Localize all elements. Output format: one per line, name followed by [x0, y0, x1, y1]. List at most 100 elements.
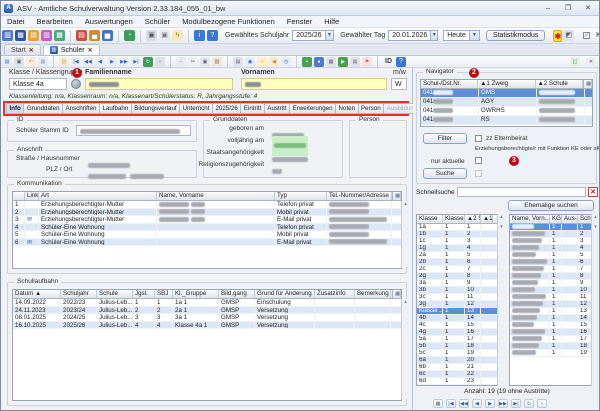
- table-row[interactable]: 1b12: [417, 231, 504, 238]
- table-row[interactable]: 13: [510, 238, 598, 245]
- table-row[interactable]: 6d123: [417, 378, 504, 385]
- table-row[interactable]: 112: [510, 301, 598, 308]
- warnung-button[interactable]: ✱: [553, 30, 562, 42]
- tag-input[interactable]: 20.01.2026▼: [388, 30, 438, 41]
- table-row[interactable]: 041AGY: [421, 98, 592, 107]
- table-row[interactable]: 16: [510, 259, 598, 266]
- vor-icon[interactable]: ▶: [107, 57, 117, 67]
- schuelerliste-icon[interactable]: ▤: [350, 57, 360, 67]
- table-row[interactable]: 1a11: [417, 224, 504, 231]
- tab-close-icon[interactable]: ✕: [29, 47, 34, 54]
- ordner-icon[interactable]: ▣: [146, 30, 157, 41]
- column-config-icon[interactable]: ▦: [392, 290, 401, 298]
- table-row[interactable]: 113: [510, 308, 598, 315]
- table-row[interactable]: 16.10.20252025/26Julius-Leb...44Klasse 4…: [13, 322, 401, 330]
- neuer-datensatz-icon[interactable]: ▤: [2, 57, 12, 67]
- klasse-input[interactable]: Klasse 4a: [9, 78, 67, 90]
- table-row[interactable]: 17: [510, 266, 598, 273]
- doc-tab-schüler[interactable]: ▥Schüler✕: [43, 44, 100, 55]
- table-row[interactable]: 4b114: [417, 315, 504, 322]
- schueler-versetzen-icon[interactable]: ▶: [338, 57, 348, 67]
- table-row[interactable]: 11: [510, 224, 598, 231]
- detail-tab-anschriften[interactable]: Anschriften: [62, 103, 99, 114]
- elternbeirat-checkbox[interactable]: [475, 135, 482, 142]
- table-row[interactable]: 117: [510, 336, 598, 343]
- table-row[interactable]: 041GMS: [421, 89, 592, 98]
- schueler-markieren-icon[interactable]: ⚑: [362, 57, 372, 67]
- zurueck-icon[interactable]: ◀: [472, 399, 482, 408]
- table-row[interactable]: 115: [510, 322, 598, 329]
- table-row[interactable]: 110: [510, 287, 598, 294]
- table-row[interactable]: 14: [510, 245, 598, 252]
- table-row[interactable]: 4g116: [417, 329, 504, 336]
- klasse-auswahl-button[interactable]: [71, 79, 81, 89]
- schueler-icon[interactable]: ●: [314, 57, 324, 67]
- detail-tab-unterricht[interactable]: Unterricht: [179, 103, 212, 114]
- table-row[interactable]: 2g18: [417, 273, 504, 280]
- column-header[interactable]: Art: [39, 192, 157, 200]
- column-header[interactable]: Schü...: [578, 215, 592, 223]
- column-header[interactable]: Klasse: [417, 215, 443, 223]
- hilfe-icon[interactable]: ?: [396, 57, 406, 67]
- column-header[interactable]: Bemerkung: [355, 290, 391, 298]
- menu-fenster[interactable]: Fenster: [281, 16, 318, 28]
- einfuegen-icon[interactable]: ▥: [212, 57, 222, 67]
- table-row[interactable]: 1g14: [417, 245, 504, 252]
- column-header[interactable]: ▲1: [481, 215, 493, 223]
- verknuepfung-loesen-icon[interactable]: −: [176, 57, 186, 67]
- column-header[interactable]: SBJ: [155, 290, 173, 298]
- detail-tab-person[interactable]: Person: [358, 103, 384, 114]
- schnell-vor-icon[interactable]: ▶▶: [498, 399, 508, 408]
- verwerfen-icon[interactable]: ▤: [38, 57, 48, 67]
- schueler-scrollbar[interactable]: ▲▼: [591, 214, 599, 386]
- ansicht-wiederherstellen-icon[interactable]: ◱: [570, 57, 580, 67]
- vornamen-input[interactable]: [241, 78, 387, 90]
- column-header[interactable]: Datum ▲: [13, 290, 61, 298]
- klassen-scrollbar[interactable]: ▲▼: [497, 214, 505, 386]
- termine-module-icon[interactable]: ▦: [54, 30, 65, 41]
- aktualisieren-icon[interactable]: ↻: [524, 399, 534, 408]
- schueler-hinzufuegen-icon[interactable]: +: [302, 57, 312, 67]
- klasse-beibehalten-checkbox[interactable]: ✓: [583, 32, 590, 39]
- schullaufbahn-scrollbar[interactable]: ▲: [401, 299, 409, 399]
- klassen-module-icon[interactable]: ▦: [15, 30, 26, 41]
- kommunikation-scrollbar[interactable]: ▲: [401, 201, 409, 267]
- vorschau-icon[interactable]: ◉: [245, 57, 255, 67]
- column-header[interactable]: Klassen...: [443, 215, 465, 223]
- chevron-down-icon[interactable]: ▼: [430, 31, 437, 40]
- table-row[interactable]: 24.11.20232023/24Julius-Leb...222a 1GMSP…: [13, 307, 401, 315]
- historie-icon[interactable]: ▥: [59, 57, 69, 67]
- formular-schliessen-icon[interactable]: ✕: [586, 57, 596, 67]
- column-header[interactable]: Name, Vorname: [157, 192, 275, 200]
- tipp-icon[interactable]: ○: [257, 57, 267, 67]
- table-row[interactable]: 5b118: [417, 343, 504, 350]
- schnellsuche-input[interactable]: [457, 187, 586, 197]
- table-row[interactable]: 18: [510, 273, 598, 280]
- column-header[interactable]: Typ: [275, 192, 327, 200]
- table-row[interactable]: 114: [510, 315, 598, 322]
- filter-button[interactable]: Filter: [423, 133, 467, 144]
- column-header[interactable]: ▲1 Zweig: [478, 80, 535, 88]
- hinweis-icon[interactable]: ◀: [269, 57, 279, 67]
- zurueck-icon[interactable]: ◀: [95, 57, 105, 67]
- ausschneiden-icon[interactable]: ✂: [188, 57, 198, 67]
- maximize-button[interactable]: ❐: [561, 3, 575, 14]
- table-row[interactable]: 119: [510, 350, 598, 357]
- column-header[interactable]: Tel.-Nummer/Adresse: [327, 192, 392, 200]
- column-header[interactable]: Link: [25, 192, 39, 200]
- ehemalige-suchen-button[interactable]: Ehemalige suchen: [508, 200, 594, 211]
- schnell-zurueck-icon[interactable]: ◀◀: [459, 399, 469, 408]
- nur-aktuelle-checkbox[interactable]: [475, 157, 482, 164]
- blitz-icon[interactable]: ϟ: [172, 30, 183, 41]
- menu-bearbeiten[interactable]: Bearbeiten: [31, 16, 79, 28]
- table-row[interactable]: 3g112: [417, 301, 504, 308]
- column-header[interactable]: [13, 192, 25, 200]
- tab-close-icon[interactable]: ✕: [88, 47, 93, 54]
- table-row[interactable]: 2c17: [417, 266, 504, 273]
- erster-datensatz-icon[interactable]: |◀: [71, 57, 81, 67]
- column-header[interactable]: Schuljahr: [61, 290, 97, 298]
- menu-modulbezogene-funktionen[interactable]: Modulbezogene Funktionen: [176, 16, 281, 28]
- detail-tab-2025-26[interactable]: 2025/26: [212, 103, 240, 114]
- stop-icon[interactable]: ▪: [537, 399, 547, 408]
- statistikmodus-button[interactable]: Statistikmodus: [486, 30, 546, 41]
